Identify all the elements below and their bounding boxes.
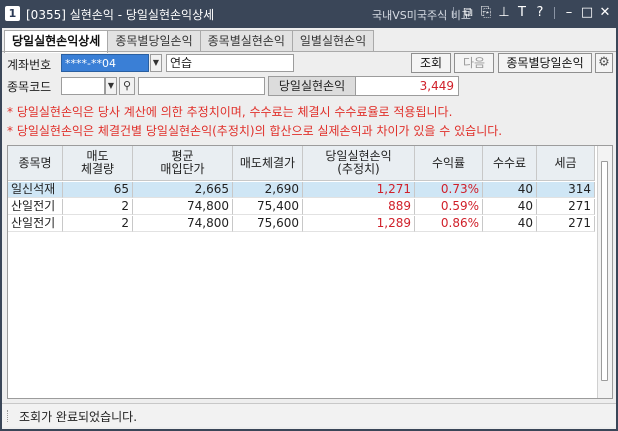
restore-window-icon[interactable]: ⧉	[461, 5, 475, 21]
new-window-icon[interactable]: ⎘	[479, 5, 493, 21]
close-icon[interactable]: ✕	[598, 5, 612, 21]
cell-realized-profit: 1,271	[303, 182, 415, 198]
cell-sell-price: 75,400	[233, 199, 303, 215]
query-button[interactable]: 조회	[411, 53, 451, 73]
daily-realized-profit-value: 3,449	[355, 76, 459, 96]
daily-realized-profit-label: 당일실현손익	[268, 76, 356, 96]
pin-icon[interactable]: ⊥	[497, 5, 511, 21]
cell-realized-profit: 1,289	[303, 216, 415, 232]
col-return-rate[interactable]: 수익률	[415, 146, 483, 181]
table-header: 종목명 매도 체결량 평균 매입단가 매도체결가 당일실현손익 (추정치) 수익…	[8, 146, 595, 181]
cell-fee: 40	[483, 216, 537, 232]
difference-notice: * 당일실현손익은 체결건별 당일실현손익(추정치)의 합산으로 실제손익과 차…	[7, 124, 503, 138]
cell-avg-buy-price: 74,800	[133, 199, 233, 215]
cell-avg-buy-price: 2,665	[133, 182, 233, 198]
gear-icon[interactable]: ⚙	[595, 53, 613, 73]
cell-tax: 271	[537, 199, 595, 215]
account-label: 계좌번호	[7, 58, 52, 72]
cell-sell-price: 75,600	[233, 216, 303, 232]
account-number-field[interactable]: ****-**04	[61, 54, 149, 72]
estimate-notice: * 당일실현손익은 당사 계산에 의한 추정치이며, 수수료는 체결시 수수료율…	[7, 105, 453, 119]
cell-fee: 40	[483, 199, 537, 215]
maximize-icon[interactable]: □	[580, 5, 594, 21]
status-grip	[7, 410, 10, 422]
minimize-icon[interactable]: –	[562, 5, 576, 21]
title-separator	[554, 7, 555, 19]
tab-daily-realized[interactable]: 일별실현손익	[291, 30, 375, 52]
col-sell-qty[interactable]: 매도 체결량	[63, 146, 133, 181]
cell-sell-qty: 2	[63, 216, 133, 232]
table-row[interactable]: 일신석재 65 2,665 2,690 1,271 0.73% 40 314	[8, 182, 595, 198]
cell-return-rate: 0.86%	[415, 216, 483, 232]
title-bar: 1 [0355] 실현손익 - 당일실현손익상세 국내VS미국주식 비교 ⧉ ⎘…	[0, 0, 618, 28]
tab-daily-realized-detail[interactable]: 당일실현손익상세	[4, 30, 109, 53]
cell-avg-buy-price: 74,800	[133, 216, 233, 232]
table-row[interactable]: 산일전기 2 74,800 75,400 889 0.59% 40 271	[8, 199, 595, 215]
cell-realized-profit: 889	[303, 199, 415, 215]
content-panel: 당일실현손익상세 종목별당일손익 종목별실현손익 일별실현손익 계좌번호 ***…	[2, 28, 616, 429]
realized-profit-table: 종목명 매도 체결량 평균 매입단가 매도체결가 당일실현손익 (추정치) 수익…	[7, 145, 613, 399]
stock-code-label: 종목코드	[7, 80, 52, 94]
cell-tax: 271	[537, 216, 595, 232]
cell-return-rate: 0.59%	[415, 199, 483, 215]
cell-stock-name: 일신석재	[8, 182, 63, 198]
status-message: 조회가 완료되었습니다.	[19, 410, 138, 424]
cell-stock-name: 산일전기	[8, 216, 63, 232]
title-separator	[453, 7, 454, 19]
tab-bar: 당일실현손익상세 종목별당일손익 종목별실현손익 일별실현손익	[4, 30, 375, 53]
cell-sell-price: 2,690	[233, 182, 303, 198]
table-row[interactable]: 산일전기 2 74,800 75,600 1,289 0.86% 40 271	[8, 216, 595, 232]
cell-return-rate: 0.73%	[415, 182, 483, 198]
col-stock-name[interactable]: 종목명	[8, 146, 63, 181]
col-realized-profit[interactable]: 당일실현손익 (추정치)	[303, 146, 415, 181]
stock-name-field	[138, 77, 265, 95]
stock-dropdown-button[interactable]: ▼	[105, 77, 117, 95]
title-bar-controls: ⧉ ⎘ ⊥ T ? – □ ✕	[450, 5, 612, 21]
text-size-icon[interactable]: T	[515, 5, 529, 21]
stock-code-input[interactable]	[61, 77, 105, 95]
tab-divider	[2, 51, 616, 52]
tab-daily-by-stock[interactable]: 종목별당일손익	[107, 30, 201, 52]
cell-tax: 314	[537, 182, 595, 198]
by-stock-profit-button[interactable]: 종목별당일손익	[498, 53, 592, 73]
window-number-badge[interactable]: 1	[5, 6, 20, 21]
account-name-field: 연습	[166, 54, 294, 72]
cell-sell-qty: 2	[63, 199, 133, 215]
vertical-scrollbar[interactable]	[597, 146, 612, 398]
col-avg-buy-price[interactable]: 평균 매입단가	[133, 146, 233, 181]
next-button[interactable]: 다음	[454, 53, 494, 73]
status-bar: 조회가 완료되었습니다.	[2, 403, 616, 427]
col-sell-price[interactable]: 매도체결가	[233, 146, 303, 181]
account-dropdown-button[interactable]: ▼	[150, 54, 162, 72]
search-icon[interactable]: ⚲	[119, 77, 135, 95]
tab-realized-by-stock[interactable]: 종목별실현손익	[199, 30, 293, 52]
scrollbar-thumb[interactable]	[601, 161, 608, 381]
cell-sell-qty: 65	[63, 182, 133, 198]
app-window: 1 [0355] 실현손익 - 당일실현손익상세 국내VS미국주식 비교 ⧉ ⎘…	[0, 0, 618, 431]
col-fee[interactable]: 수수료	[483, 146, 537, 181]
window-title: [0355] 실현손익 - 당일실현손익상세	[26, 8, 215, 22]
cell-stock-name: 산일전기	[8, 199, 63, 215]
help-icon[interactable]: ?	[533, 5, 547, 21]
cell-fee: 40	[483, 182, 537, 198]
col-tax[interactable]: 세금	[537, 146, 595, 181]
